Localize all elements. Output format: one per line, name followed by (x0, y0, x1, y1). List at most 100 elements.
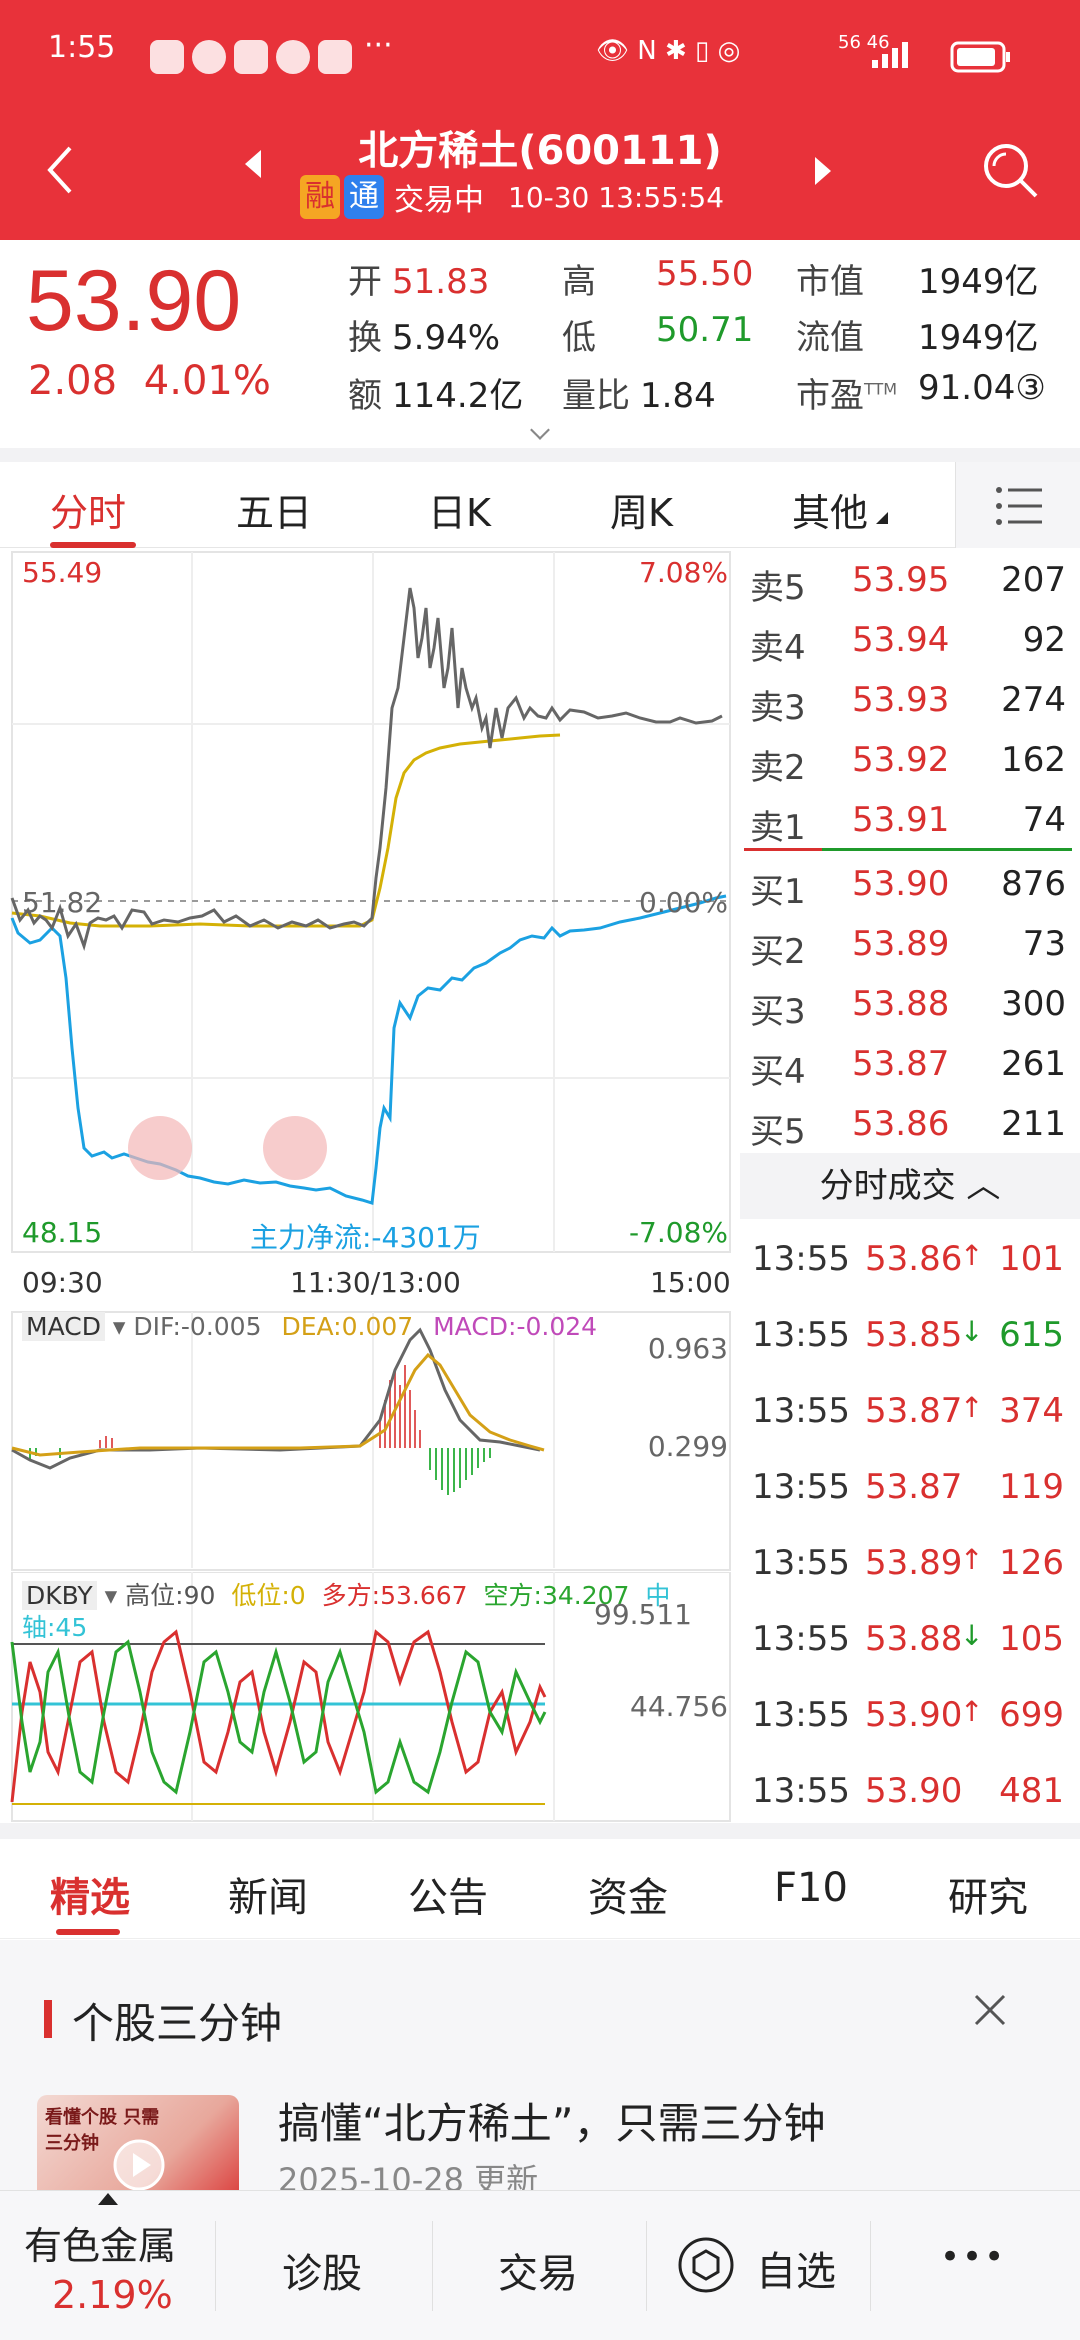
watchlist-button[interactable]: 自选 (676, 2235, 836, 2299)
trade-price: 53.90 (865, 1695, 963, 1735)
tab-announcements[interactable]: 公告 (408, 1865, 488, 1923)
bid-row: 买3 53.88 300 (740, 976, 1080, 1036)
trade-vol: 119 (999, 1467, 1064, 1507)
pe-ttm: TTM (864, 379, 898, 399)
trade-vol: 126 (999, 1543, 1064, 1583)
bottom-bar: 有色金属 2.19% 诊股 交易 自选 ••• (0, 2190, 1080, 2340)
trade-row: 13:55 53.88 ↓ 105 (740, 1605, 1080, 1681)
float-value: 1949亿 (918, 318, 1039, 358)
gift-icon (318, 40, 352, 74)
macd-name[interactable]: MACD (22, 1312, 105, 1341)
change-value: 2.08 (28, 358, 118, 404)
watchlist-label[interactable]: 自选 (756, 2239, 836, 2297)
expand-chevron-icon[interactable] (530, 420, 550, 440)
dkby-mid-b: 轴:45 (22, 1613, 88, 1642)
trade-price: 53.87 (865, 1391, 963, 1431)
trade-row: 13:55 53.90 ↑ 699 (740, 1681, 1080, 1757)
section-accent (44, 2000, 52, 2038)
ask-label: 卖2 (750, 748, 806, 788)
trade-direction-icon: ↑ (960, 1391, 984, 1424)
high-label: 高 (562, 262, 596, 302)
trade-row: 13:55 53.85 ↓ 615 (740, 1301, 1080, 1377)
open-value: 51.83 (392, 262, 490, 302)
pe-label: 市盈 (796, 376, 864, 416)
tab-5day[interactable]: 五日 (236, 482, 312, 537)
tab-news[interactable]: 新闻 (228, 1865, 308, 1923)
macd-y2: 0.299 (647, 1430, 728, 1463)
more-button[interactable]: ••• (940, 2237, 1006, 2277)
bottom-separator (870, 2221, 871, 2311)
ask-vol: 92 (1022, 620, 1066, 660)
volratio-label: 量比 (562, 376, 630, 416)
close-icon[interactable] (970, 1990, 1010, 2030)
trade-price: 53.90 (865, 1771, 963, 1811)
next-stock-arrow[interactable] (815, 157, 831, 185)
trade-time: 13:55 (752, 1391, 850, 1431)
tab-research[interactable]: 研究 (948, 1865, 1028, 1923)
quote-panel: 53.90 2.08 4.01% 开 51.83 换 5.94% 额 114.2亿 高… (0, 240, 1080, 440)
low-value: 50.71 (656, 310, 754, 350)
chart-area[interactable]: 55.49 7.08% 51.82 0.00% 48.15 -7.08% 主力净… (0, 548, 740, 1823)
bid-vol: 211 (1001, 1104, 1066, 1144)
main-flow-line (10, 894, 727, 1205)
macd-y1: 0.963 (647, 1332, 728, 1365)
macd-dif: DIF:-0.005 (133, 1312, 262, 1341)
section-title: 个股三分钟 (72, 1999, 283, 2048)
dkby-dropdown-icon[interactable]: ▾ (105, 1581, 118, 1610)
trade-time: 13:55 (752, 1771, 850, 1811)
article-title[interactable]: 搞懂“北方稀土”，只需三分钟 (278, 2090, 826, 2151)
bid-price: 53.86 (852, 1104, 950, 1144)
tab-funds[interactable]: 资金 (588, 1865, 668, 1923)
trade-time: 13:55 (752, 1543, 850, 1583)
dkby-name[interactable]: DKBY (22, 1581, 97, 1610)
dkby-y1: 99.511 (594, 1598, 692, 1631)
ask-label: 卖4 (750, 628, 806, 668)
more-notifications-icon: ··· (364, 28, 393, 63)
bottom-separator (215, 2221, 216, 2311)
chart-settings-button[interactable] (955, 462, 1080, 548)
sector-name[interactable]: 有色金属 (24, 2215, 176, 2270)
tab-intraday[interactable]: 分时 (50, 482, 126, 537)
price-change: 2.08 4.01% (28, 358, 271, 404)
dkby-y2: 44.756 (630, 1690, 728, 1723)
float-label: 流值 (796, 318, 864, 358)
high-cell: 高 (562, 254, 606, 303)
intraday-price-chart[interactable] (0, 548, 740, 1258)
search-button[interactable] (980, 140, 1044, 208)
trade-price: 53.85 (865, 1315, 963, 1355)
app-notification-icon (150, 40, 184, 74)
bid-vol: 876 (1001, 864, 1066, 904)
tab-f10[interactable]: F10 (774, 1865, 848, 1911)
bid-label: 买5 (750, 1112, 806, 1152)
play-icon (113, 2139, 165, 2191)
trades-header[interactable]: 分时成交 ︿ (740, 1153, 1080, 1219)
macd-chart[interactable] (0, 1310, 740, 1572)
high-value: 55.50 (656, 254, 754, 294)
news-tab-underline (56, 1929, 120, 1935)
chat-icon (276, 40, 310, 74)
trade-row: 13:55 53.87 119 (740, 1453, 1080, 1529)
trade-vol: 374 (999, 1391, 1064, 1431)
signal-icon (870, 40, 930, 70)
amount-label: 额 (348, 376, 382, 416)
ask-row: 卖5 53.95 207 (740, 552, 1080, 612)
tab-weekly-k[interactable]: 周K (610, 482, 673, 537)
tab-other[interactable]: 其他 (792, 482, 868, 537)
pct-ref-label: 0.00% (639, 886, 728, 919)
tab-featured[interactable]: 精选 (50, 1865, 130, 1923)
ask-label: 卖1 (750, 808, 806, 848)
diagnose-button[interactable]: 诊股 (282, 2241, 362, 2299)
bid-label: 买4 (750, 1052, 806, 1092)
dkby-legend: DKBY ▾ 高位:90 低位:0 多方:53.667 空方:34.207 中 (22, 1576, 670, 1612)
dea-line (11, 1352, 545, 1457)
price-min-label: 48.15 (22, 1216, 103, 1249)
macd-value: MACD:-0.024 (433, 1312, 598, 1341)
pct-min-label: -7.08% (628, 1216, 728, 1249)
tab-daily-k[interactable]: 日K (428, 482, 491, 537)
macd-dropdown-icon[interactable]: ▾ (113, 1312, 126, 1341)
time-noon: 11:30/13:00 (290, 1266, 461, 1299)
ask-vol: 162 (1001, 740, 1066, 780)
volratio-value: 1.84 (640, 376, 716, 416)
watchlist-icon (678, 2237, 734, 2293)
trade-button[interactable]: 交易 (498, 2241, 578, 2299)
